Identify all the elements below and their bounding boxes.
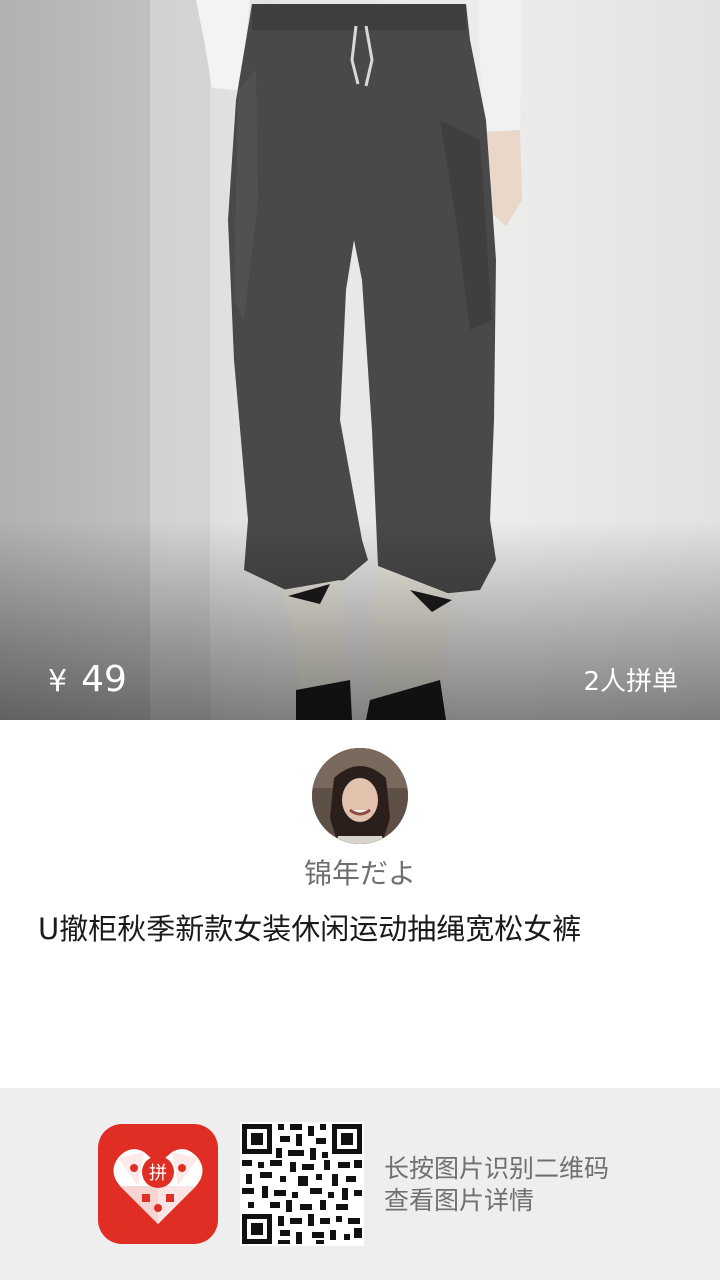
qr-code-image	[240, 1122, 364, 1246]
pinduoduo-logo-icon: 拼	[98, 1124, 218, 1244]
qr-hint-line-2: 查看图片详情	[384, 1186, 535, 1215]
qr-hint-line-1: 长按图片识别二维码	[384, 1154, 610, 1183]
sharer-username: 锦年だよ	[303, 857, 416, 890]
price-value: 49	[81, 659, 127, 700]
heart-logo-icon: 拼	[113, 1149, 203, 1224]
avatar	[312, 748, 408, 844]
product-title[interactable]: U撤柜秋季新款女装休闲运动抽绳宽松女裤	[38, 906, 688, 952]
group-buy-label: 2人拼单	[583, 667, 678, 697]
price-tag: ¥49	[48, 656, 127, 706]
currency-symbol: ¥	[48, 664, 68, 699]
avatar-image	[312, 748, 408, 844]
product-image[interactable]: ¥49 2人拼单	[0, 0, 720, 720]
share-card: ¥49 2人拼单 锦年だよ U撤柜秋季新款女装休闲运动抽绳宽松女裤 拼 长按图片…	[0, 0, 720, 1280]
qr-code[interactable]	[240, 1122, 364, 1246]
footer-bar: 拼 长按图片识别二维码 查看图片详情	[0, 1088, 720, 1280]
logo-glyph: 拼	[149, 1163, 167, 1184]
